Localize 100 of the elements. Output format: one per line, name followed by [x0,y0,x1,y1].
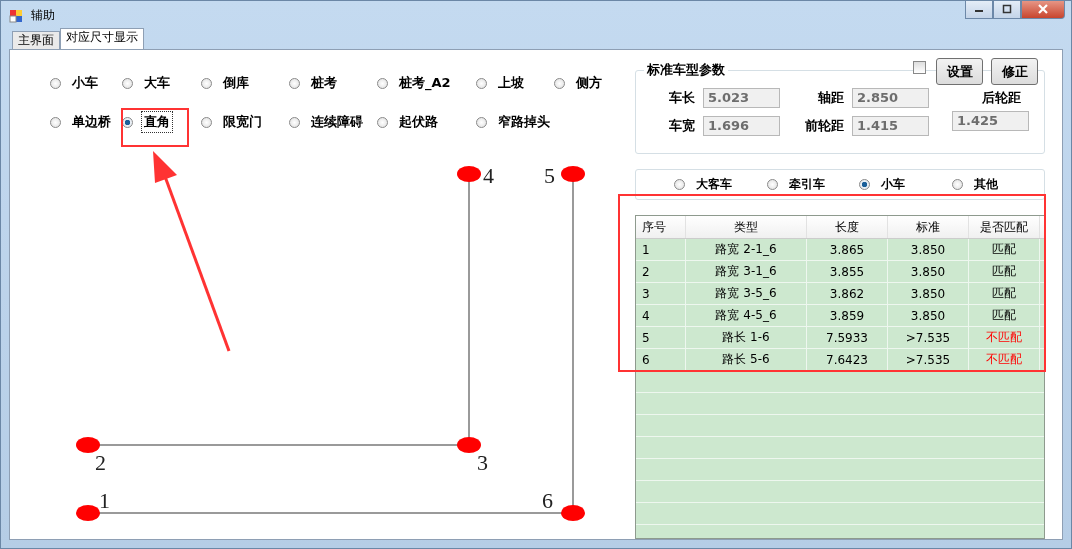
tab[interactable]: 主界面 [12,31,60,49]
table-cell: 路宽 2-1_6 [686,239,807,260]
table-cell: 3 [636,283,686,304]
radio-button[interactable] [859,179,870,190]
radio-button[interactable] [377,77,388,89]
radio-label[interactable]: 起伏路 [396,111,441,133]
column-header[interactable]: 标准 [888,216,969,238]
table-cell: 3.859 [807,305,888,326]
radio-button[interactable] [951,179,963,190]
radio-button[interactable] [289,77,300,89]
table-cell: 3.862 [807,283,888,304]
column-header[interactable]: 长度 [807,216,888,238]
minimize-button[interactable] [965,1,993,19]
radio-label[interactable]: 牵引车 [785,174,828,195]
table-cell: 4 [636,305,686,326]
radio-button[interactable] [766,179,778,190]
table-cell: 7.6423 [807,349,888,370]
button[interactable]: 设置 [936,58,983,85]
radio-button[interactable] [476,116,487,128]
column-header[interactable]: 类型 [686,216,807,238]
input-field[interactable]: 5.023 [703,88,780,108]
radio-button[interactable] [289,116,300,128]
point-label: 6 [542,488,553,513]
field-label: 车宽 [669,117,695,135]
radio-button[interactable] [554,77,565,89]
radio-label[interactable]: 侧方 [573,72,605,94]
point-marker [457,166,481,182]
radio-label[interactable]: 连续障碍 [308,111,366,133]
radio-label[interactable]: 单边桥 [69,111,114,133]
table-cell: 3.865 [807,239,888,260]
input-field[interactable]: 1.696 [703,116,780,136]
table-cell: 3.850 [888,239,969,260]
radio-label[interactable]: 直角 [141,111,173,133]
table-cell: 路宽 3-5_6 [686,283,807,304]
radio-button[interactable] [201,77,212,89]
table-cell: >7.535 [888,349,969,370]
radio-label[interactable]: 限宽门 [220,111,265,133]
close-icon [1037,4,1049,14]
tab[interactable]: 对应尺寸显示 [60,28,144,49]
radio-label[interactable]: 大客车 [693,174,735,195]
table-cell: 不匹配 [969,349,1040,370]
group-title: 标准车型参数 [644,61,728,79]
input-field[interactable]: 1.415 [852,116,929,136]
radio-label[interactable]: 窄路掉头 [495,111,553,133]
point-label: 1 [99,488,110,513]
annotation-box [121,108,189,147]
field-label: 后轮距 [982,89,1021,107]
radio-label[interactable]: 倒库 [220,72,252,94]
table-cell: 7.5933 [807,327,888,348]
radio-button[interactable] [122,77,133,89]
point-label: 3 [477,450,488,475]
table-cell: 2 [636,261,686,282]
button[interactable]: 修正 [991,58,1038,85]
radio-button[interactable] [476,77,487,89]
maximize-button[interactable] [993,1,1021,19]
point-label: 4 [483,163,494,188]
table-cell: 路长 5-6 [686,349,807,370]
point-marker [76,505,100,521]
app-icon [9,8,23,23]
table-cell: 3.850 [888,261,969,282]
table-cell: 3.855 [807,261,888,282]
radio-button[interactable] [201,116,212,128]
radio-button[interactable] [122,116,133,128]
input-field[interactable]: 2.850 [852,88,929,108]
table-cell: 1 [636,239,686,260]
table-cell: 3.850 [888,283,969,304]
point-marker [561,505,585,521]
radio-button[interactable] [377,116,388,128]
point-marker [76,437,100,453]
radio-button[interactable] [674,179,685,190]
radio-button[interactable] [50,116,61,128]
table-cell: 不匹配 [969,327,1040,348]
table-cell: 6 [636,349,686,370]
radio-label[interactable]: 小车 [69,72,101,94]
radio-label[interactable]: 桩考 [308,72,340,94]
column-header[interactable]: 是否匹配 [969,216,1040,238]
point-marker [457,437,481,453]
checkbox[interactable] [913,61,926,74]
table-cell: 匹配 [969,283,1040,304]
table-cell: 路长 1-6 [686,327,807,348]
radio-label[interactable]: 上坡 [495,72,527,94]
close-button[interactable] [1021,1,1065,19]
table-cell: 匹配 [969,305,1040,326]
field-label: 轴距 [818,89,844,107]
table-cell: 5 [636,327,686,348]
radio-label[interactable]: 大车 [141,72,173,94]
table-cell: 路宽 3-1_6 [686,261,807,282]
table-cell: 路宽 4-5_6 [686,305,807,326]
radio-button[interactable] [50,77,61,89]
point-label: 2 [95,450,106,475]
maximize-icon [1002,4,1012,14]
radio-label[interactable]: 小车 [878,174,908,195]
column-header[interactable]: 序号 [636,216,686,238]
table-cell: 3.850 [888,305,969,326]
input-field[interactable]: 1.425 [952,111,1029,131]
table-cell: 匹配 [969,239,1040,260]
radio-label[interactable]: 其他 [970,174,1001,195]
radio-label[interactable]: 桩考_A2 [396,72,454,94]
table-cell: 匹配 [969,261,1040,282]
field-label: 车长 [669,89,695,107]
